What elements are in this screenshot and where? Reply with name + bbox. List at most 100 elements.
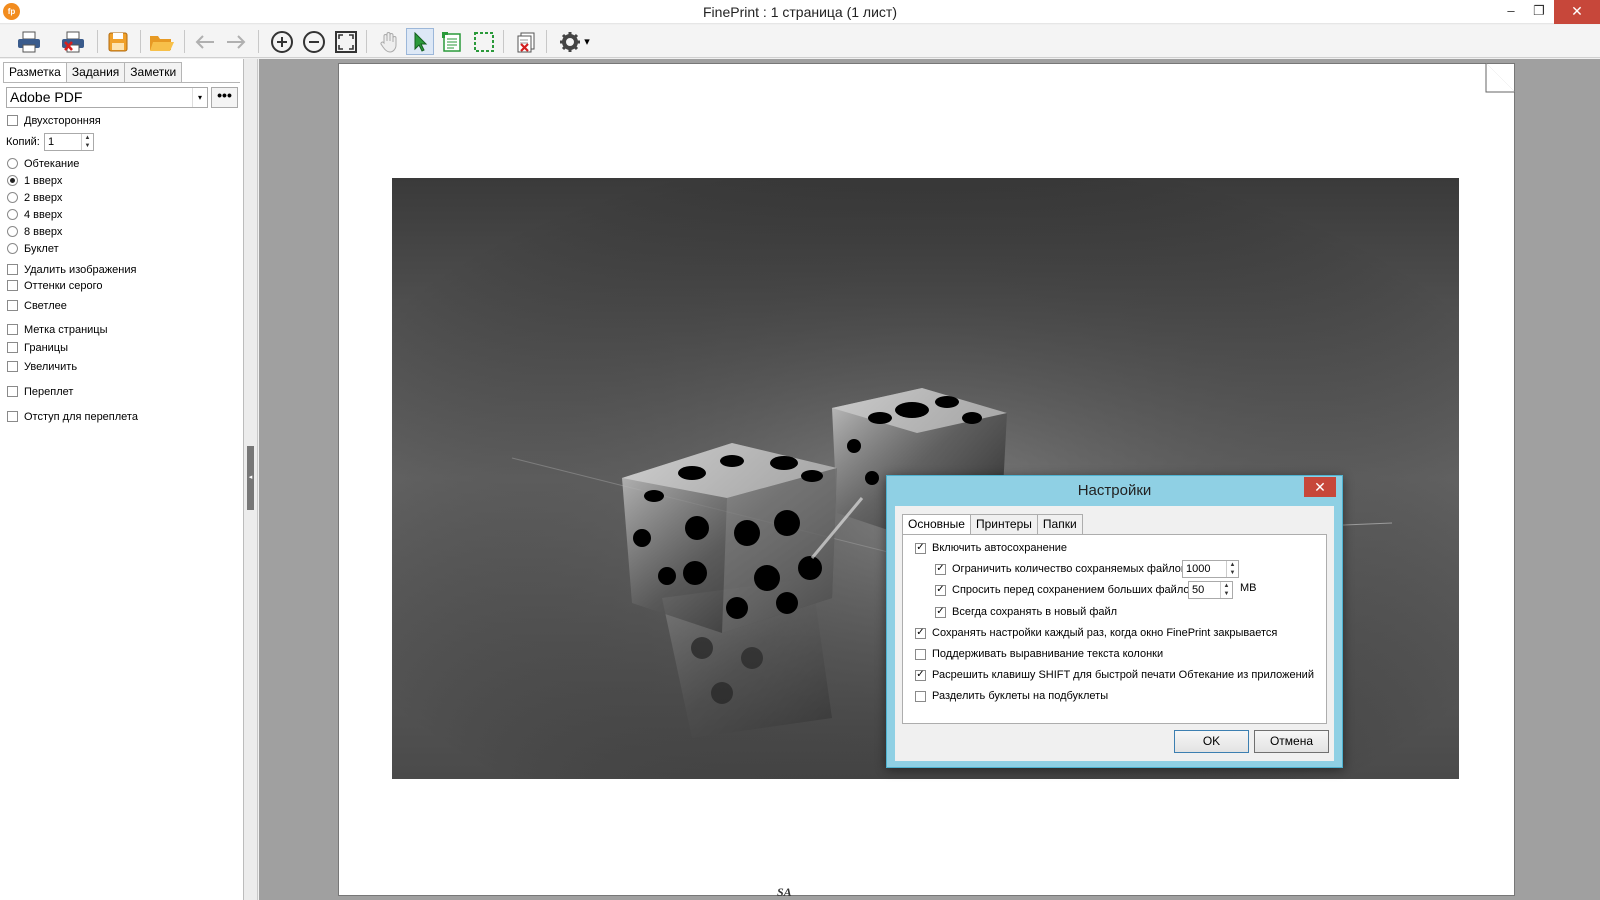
option-label: Отступ для переплета [24, 410, 138, 423]
layout-radio-label: Обтекание [24, 157, 80, 170]
back-arrow-icon[interactable] [191, 28, 219, 55]
option-checkbox[interactable]: Границы [7, 340, 68, 355]
fit-page-icon[interactable] [332, 28, 360, 55]
printer-select[interactable]: Adobe PDF ▾ [6, 87, 208, 108]
zoom-out-icon[interactable] [300, 28, 328, 55]
ok-button[interactable]: OK [1174, 730, 1249, 753]
checkbox-box[interactable] [7, 361, 18, 372]
tab-notes[interactable]: Заметки [124, 62, 183, 82]
delete-pages-icon[interactable] [512, 28, 540, 55]
dialog-body: Основные Принтеры Папки ✓ Включить автос… [895, 506, 1334, 761]
checkbox-box[interactable] [7, 324, 18, 335]
tab-jobs[interactable]: Задания [65, 62, 126, 82]
page-footer-mark: SA [777, 885, 792, 899]
checkbox-box[interactable]: ✓ [935, 606, 946, 618]
checkbox-box[interactable] [915, 690, 926, 702]
option-label: Переплет [24, 385, 74, 398]
split-booklets-checkbox[interactable]: Разделить буклеты на подбуклеты [915, 688, 1108, 704]
open-folder-icon[interactable] [148, 28, 176, 55]
restore-button[interactable]: ❐ [1524, 0, 1554, 24]
checkbox-box[interactable]: ✓ [935, 584, 946, 596]
option-checkbox[interactable]: Переплет [7, 384, 73, 399]
checkbox-box[interactable] [915, 648, 926, 660]
shift-key-checkbox[interactable]: ✓ Расрешить клавишу SHIFT для быстрой пе… [915, 667, 1314, 683]
option-checkbox[interactable]: Увеличить [7, 359, 77, 374]
print-icon[interactable] [15, 28, 43, 55]
dialog-close-button[interactable]: ✕ [1304, 477, 1336, 497]
always-new-file-checkbox[interactable]: ✓ Всегда сохранять в новый файл [935, 604, 1117, 620]
radio-dot[interactable] [7, 158, 18, 169]
forward-arrow-icon[interactable] [222, 28, 250, 55]
layout-radio[interactable]: 4 вверх [7, 207, 62, 222]
select-arrow-icon[interactable] [406, 28, 434, 55]
tab-printers[interactable]: Принтеры [969, 514, 1038, 534]
large-size-value: 50 [1192, 584, 1205, 596]
panel-splitter[interactable]: ◂ [244, 59, 258, 900]
printer-select-value: Adobe PDF [10, 89, 83, 105]
radio-dot[interactable] [7, 209, 18, 220]
close-button[interactable]: ✕ [1554, 0, 1600, 24]
copies-label: Копий: [6, 136, 40, 148]
radio-dot[interactable] [7, 226, 18, 237]
layout-radio[interactable]: Буклет [7, 241, 59, 256]
zoom-in-icon[interactable] [268, 28, 296, 55]
select-area-icon[interactable] [470, 28, 498, 55]
radio-dot[interactable] [7, 192, 18, 203]
tab-general[interactable]: Основные [902, 514, 971, 535]
size-unit-label: MB [1240, 582, 1257, 594]
layout-radio[interactable]: Обтекание [7, 156, 79, 171]
page-fold-icon [1485, 63, 1515, 93]
stepper-arrows-icon[interactable]: ▲ ▼ [1220, 582, 1232, 598]
stepper-arrows-icon[interactable]: ▲ ▼ [1226, 561, 1238, 577]
add-notes-icon[interactable] [438, 28, 466, 55]
collapse-panel-icon[interactable]: ◂ [247, 446, 254, 510]
large-size-stepper[interactable]: 50 ▲ ▼ [1188, 581, 1233, 599]
checkbox-box[interactable]: ✓ [915, 627, 926, 639]
chevron-down-icon[interactable]: ▾ [192, 88, 207, 107]
save-settings-label: Сохранять настройки каждый раз, когда ок… [932, 627, 1278, 639]
copies-stepper[interactable]: 1 ▲ ▼ [44, 133, 94, 151]
tab-folders[interactable]: Папки [1036, 514, 1083, 534]
ask-large-checkbox[interactable]: ✓ Спросить перед сохранением больших фай… [935, 582, 1195, 598]
option-checkbox[interactable]: Оттенки серого [7, 278, 102, 293]
settings-dropdown-arrow-icon[interactable]: ▾ [580, 28, 594, 55]
checkbox-box[interactable]: ✓ [935, 563, 946, 575]
option-checkbox[interactable]: Светлее [7, 298, 67, 313]
checkbox-box[interactable]: ✓ [915, 669, 926, 681]
hand-icon[interactable] [375, 28, 403, 55]
tab-layout[interactable]: Разметка [3, 62, 67, 83]
checkbox-box[interactable]: ✓ [915, 542, 926, 554]
file-limit-stepper[interactable]: 1000 ▲ ▼ [1182, 560, 1239, 578]
cancel-button[interactable]: Отмена [1254, 730, 1329, 753]
radio-dot[interactable] [7, 243, 18, 254]
stepper-arrows-icon[interactable]: ▲ ▼ [81, 134, 93, 150]
layout-radio[interactable]: 1 вверх [7, 173, 62, 188]
limit-files-checkbox[interactable]: ✓ Ограничить количество сохраняемых файл… [935, 561, 1187, 577]
radio-dot[interactable] [7, 175, 18, 186]
save-icon[interactable] [104, 28, 132, 55]
option-checkbox[interactable]: Удалить изображения [7, 262, 136, 277]
checkbox-box[interactable] [7, 300, 18, 311]
column-align-checkbox[interactable]: Поддерживать выравнивание текста колонки [915, 646, 1163, 662]
checkbox-box[interactable] [7, 115, 18, 126]
window-title: FinePrint : 1 страница (1 лист) [703, 4, 897, 20]
print-delete-icon[interactable] [59, 28, 87, 55]
checkbox-box[interactable] [7, 342, 18, 353]
save-settings-checkbox[interactable]: ✓ Сохранять настройки каждый раз, когда … [915, 625, 1277, 641]
checkbox-box[interactable] [7, 264, 18, 275]
autosave-checkbox[interactable]: ✓ Включить автосохранение [915, 540, 1067, 556]
layout-panel: Разметка Задания Заметки Adobe PDF ▾ •••… [0, 59, 244, 900]
duplex-checkbox[interactable]: Двухсторонняя [7, 113, 101, 128]
toolbar: ▾ [0, 25, 1600, 58]
checkbox-box[interactable] [7, 280, 18, 291]
checkbox-box[interactable] [7, 411, 18, 422]
printer-options-button[interactable]: ••• [211, 87, 238, 108]
minimize-button[interactable]: – [1496, 0, 1526, 24]
option-checkbox[interactable]: Метка страницы [7, 322, 108, 337]
option-checkbox[interactable]: Отступ для переплета [7, 409, 138, 424]
layout-radio[interactable]: 8 вверх [7, 224, 62, 239]
layout-radio[interactable]: 2 вверх [7, 190, 62, 205]
layout-radio-label: 1 вверх [24, 174, 63, 187]
checkbox-box[interactable] [7, 386, 18, 397]
shift-key-label: Расрешить клавишу SHIFT для быстрой печа… [932, 669, 1314, 681]
